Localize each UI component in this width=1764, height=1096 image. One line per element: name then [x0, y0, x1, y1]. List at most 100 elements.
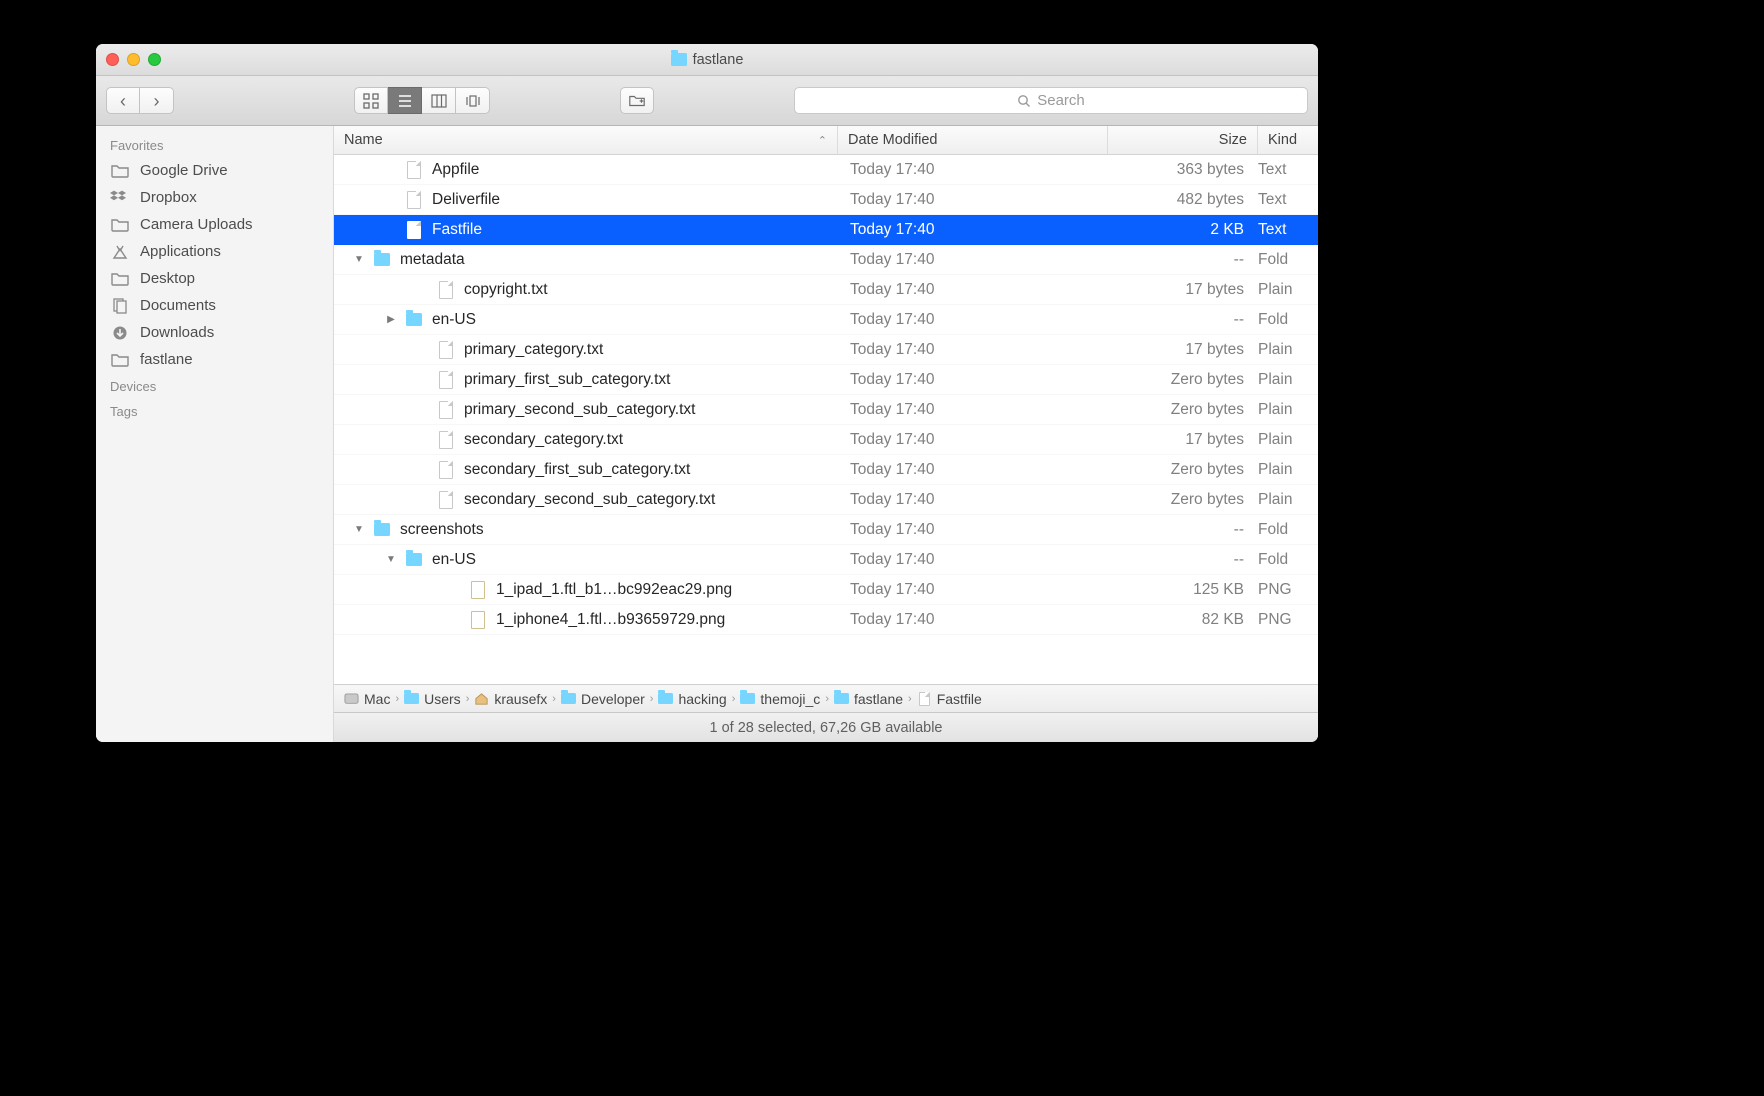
column-header-kind[interactable]: Kind — [1258, 126, 1318, 154]
path-segment[interactable]: Developer — [561, 691, 645, 707]
file-row[interactable]: primary_first_sub_category.txtToday 17:4… — [334, 365, 1318, 395]
file-name: 1_ipad_1.ftl_b1…bc992eac29.png — [496, 581, 732, 599]
path-segment[interactable]: krausefx — [474, 691, 547, 707]
close-window-button[interactable] — [106, 53, 119, 66]
disclosure-triangle-icon[interactable]: ▶ — [384, 314, 398, 325]
file-row[interactable]: DeliverfileToday 17:40482 bytesText — [334, 185, 1318, 215]
disclosure-triangle-icon[interactable]: ▼ — [352, 254, 366, 265]
disclosure-triangle-icon[interactable]: ▼ — [352, 524, 366, 535]
sort-asc-icon: ⌃ — [818, 134, 827, 147]
column-header-date[interactable]: Date Modified — [838, 126, 1108, 154]
column-header-size[interactable]: Size — [1108, 126, 1258, 154]
file-row[interactable]: primary_category.txtToday 17:4017 bytesP… — [334, 335, 1318, 365]
file-row[interactable]: ▶en-USToday 17:40--Fold — [334, 305, 1318, 335]
file-name-cell: ▼screenshots — [334, 520, 838, 540]
new-folder-button[interactable] — [620, 87, 654, 114]
file-row[interactable]: secondary_category.txtToday 17:4017 byte… — [334, 425, 1318, 455]
file-area: Name ⌃ Date Modified Size Kind AppfileTo… — [334, 126, 1318, 742]
file-size: 363 bytes — [1108, 161, 1258, 179]
forward-button[interactable]: › — [140, 87, 174, 114]
file-date: Today 17:40 — [838, 461, 1108, 479]
file-name: Appfile — [432, 161, 479, 179]
file-row[interactable]: ▼en-USToday 17:40--Fold — [334, 545, 1318, 575]
file-name: primary_first_sub_category.txt — [464, 371, 670, 389]
path-segment[interactable]: Mac — [344, 691, 390, 707]
file-kind: Text — [1258, 191, 1318, 209]
sidebar-item-label: Dropbox — [140, 189, 197, 206]
new-folder-icon — [628, 92, 646, 110]
file-kind: Plain — [1258, 281, 1318, 299]
file-row[interactable]: secondary_second_sub_category.txtToday 1… — [334, 485, 1318, 515]
disk-icon — [344, 693, 359, 705]
path-segment[interactable]: Users — [404, 691, 461, 707]
sidebar-section-header[interactable]: Tags — [96, 398, 333, 423]
file-name: secondary_category.txt — [464, 431, 623, 449]
file-row[interactable]: primary_second_sub_category.txtToday 17:… — [334, 395, 1318, 425]
sidebar-item[interactable]: fastlane — [96, 346, 333, 373]
file-row[interactable]: ▼metadataToday 17:40--Fold — [334, 245, 1318, 275]
chevron-right-icon: › — [908, 693, 912, 705]
sidebar-item[interactable]: Documents — [96, 292, 333, 319]
file-name: en-US — [432, 551, 476, 569]
file-row[interactable]: 1_iphone4_1.ftl…b93659729.pngToday 17:40… — [334, 605, 1318, 635]
file-row[interactable]: AppfileToday 17:40363 bytesText — [334, 155, 1318, 185]
view-coverflow-button[interactable] — [456, 87, 490, 114]
path-segment[interactable]: themoji_c — [740, 691, 820, 707]
path-label: Users — [424, 691, 461, 707]
file-row[interactable]: secondary_first_sub_category.txtToday 17… — [334, 455, 1318, 485]
view-list-button[interactable] — [388, 87, 422, 114]
path-segment[interactable]: fastlane — [834, 691, 903, 707]
sidebar-item[interactable]: Desktop — [96, 265, 333, 292]
file-name-cell: primary_category.txt — [334, 340, 838, 360]
file-name: secondary_second_sub_category.txt — [464, 491, 715, 509]
path-segment[interactable]: Fastfile — [917, 691, 982, 707]
view-mode-switcher — [354, 87, 490, 114]
path-label: hacking — [678, 691, 726, 707]
file-row[interactable]: FastfileToday 17:402 KBText — [334, 215, 1318, 245]
file-kind: Fold — [1258, 551, 1318, 569]
path-label: themoji_c — [760, 691, 820, 707]
zoom-window-button[interactable] — [148, 53, 161, 66]
file-name: primary_category.txt — [464, 341, 603, 359]
document-icon — [438, 370, 454, 390]
view-columns-button[interactable] — [422, 87, 456, 114]
document-icon — [438, 430, 454, 450]
sidebar-item[interactable]: Downloads — [96, 319, 333, 346]
file-size: 482 bytes — [1108, 191, 1258, 209]
file-kind: PNG — [1258, 581, 1318, 599]
disclosure-triangle-icon[interactable]: ▼ — [384, 554, 398, 565]
sidebar-item[interactable]: Camera Uploads — [96, 211, 333, 238]
downloads-icon — [110, 325, 130, 341]
file-date: Today 17:40 — [838, 551, 1108, 569]
sidebar: FavoritesGoogle Drive Dropbox Camera Uploa… — [96, 126, 334, 742]
file-size: 82 KB — [1108, 611, 1258, 629]
minimize-window-button[interactable] — [127, 53, 140, 66]
sidebar-item[interactable]: Applications — [96, 238, 333, 265]
path-bar: Mac›Users›krausefx›Developer›hacking›the… — [334, 684, 1318, 712]
file-size: 125 KB — [1108, 581, 1258, 599]
search-input[interactable]: Search — [794, 87, 1308, 114]
file-row[interactable]: 1_ipad_1.ftl_b1…bc992eac29.pngToday 17:4… — [334, 575, 1318, 605]
columns-icon — [430, 92, 448, 110]
sidebar-section-header[interactable]: Favorites — [96, 132, 333, 157]
back-button[interactable]: ‹ — [106, 87, 140, 114]
folder-icon — [406, 550, 422, 570]
file-row[interactable]: ▼screenshotsToday 17:40--Fold — [334, 515, 1318, 545]
file-row[interactable]: copyright.txtToday 17:4017 bytesPlain — [334, 275, 1318, 305]
path-segment[interactable]: hacking — [658, 691, 726, 707]
file-kind: Plain — [1258, 491, 1318, 509]
folder-icon — [110, 217, 130, 233]
folder-icon — [374, 250, 390, 270]
window-title-text: fastlane — [693, 52, 744, 68]
view-icons-button[interactable] — [354, 87, 388, 114]
file-kind: Fold — [1258, 521, 1318, 539]
sidebar-section-header[interactable]: Devices — [96, 373, 333, 398]
sidebar-item[interactable]: Dropbox — [96, 184, 333, 211]
folder-icon — [658, 693, 673, 705]
status-text: 1 of 28 selected, 67,26 GB available — [710, 720, 943, 736]
finder-window: fastlane ‹ › — [96, 44, 1318, 742]
column-header-name[interactable]: Name ⌃ — [334, 126, 838, 154]
sidebar-item[interactable]: Google Drive — [96, 157, 333, 184]
document-icon — [438, 400, 454, 420]
file-name-cell: secondary_first_sub_category.txt — [334, 460, 838, 480]
